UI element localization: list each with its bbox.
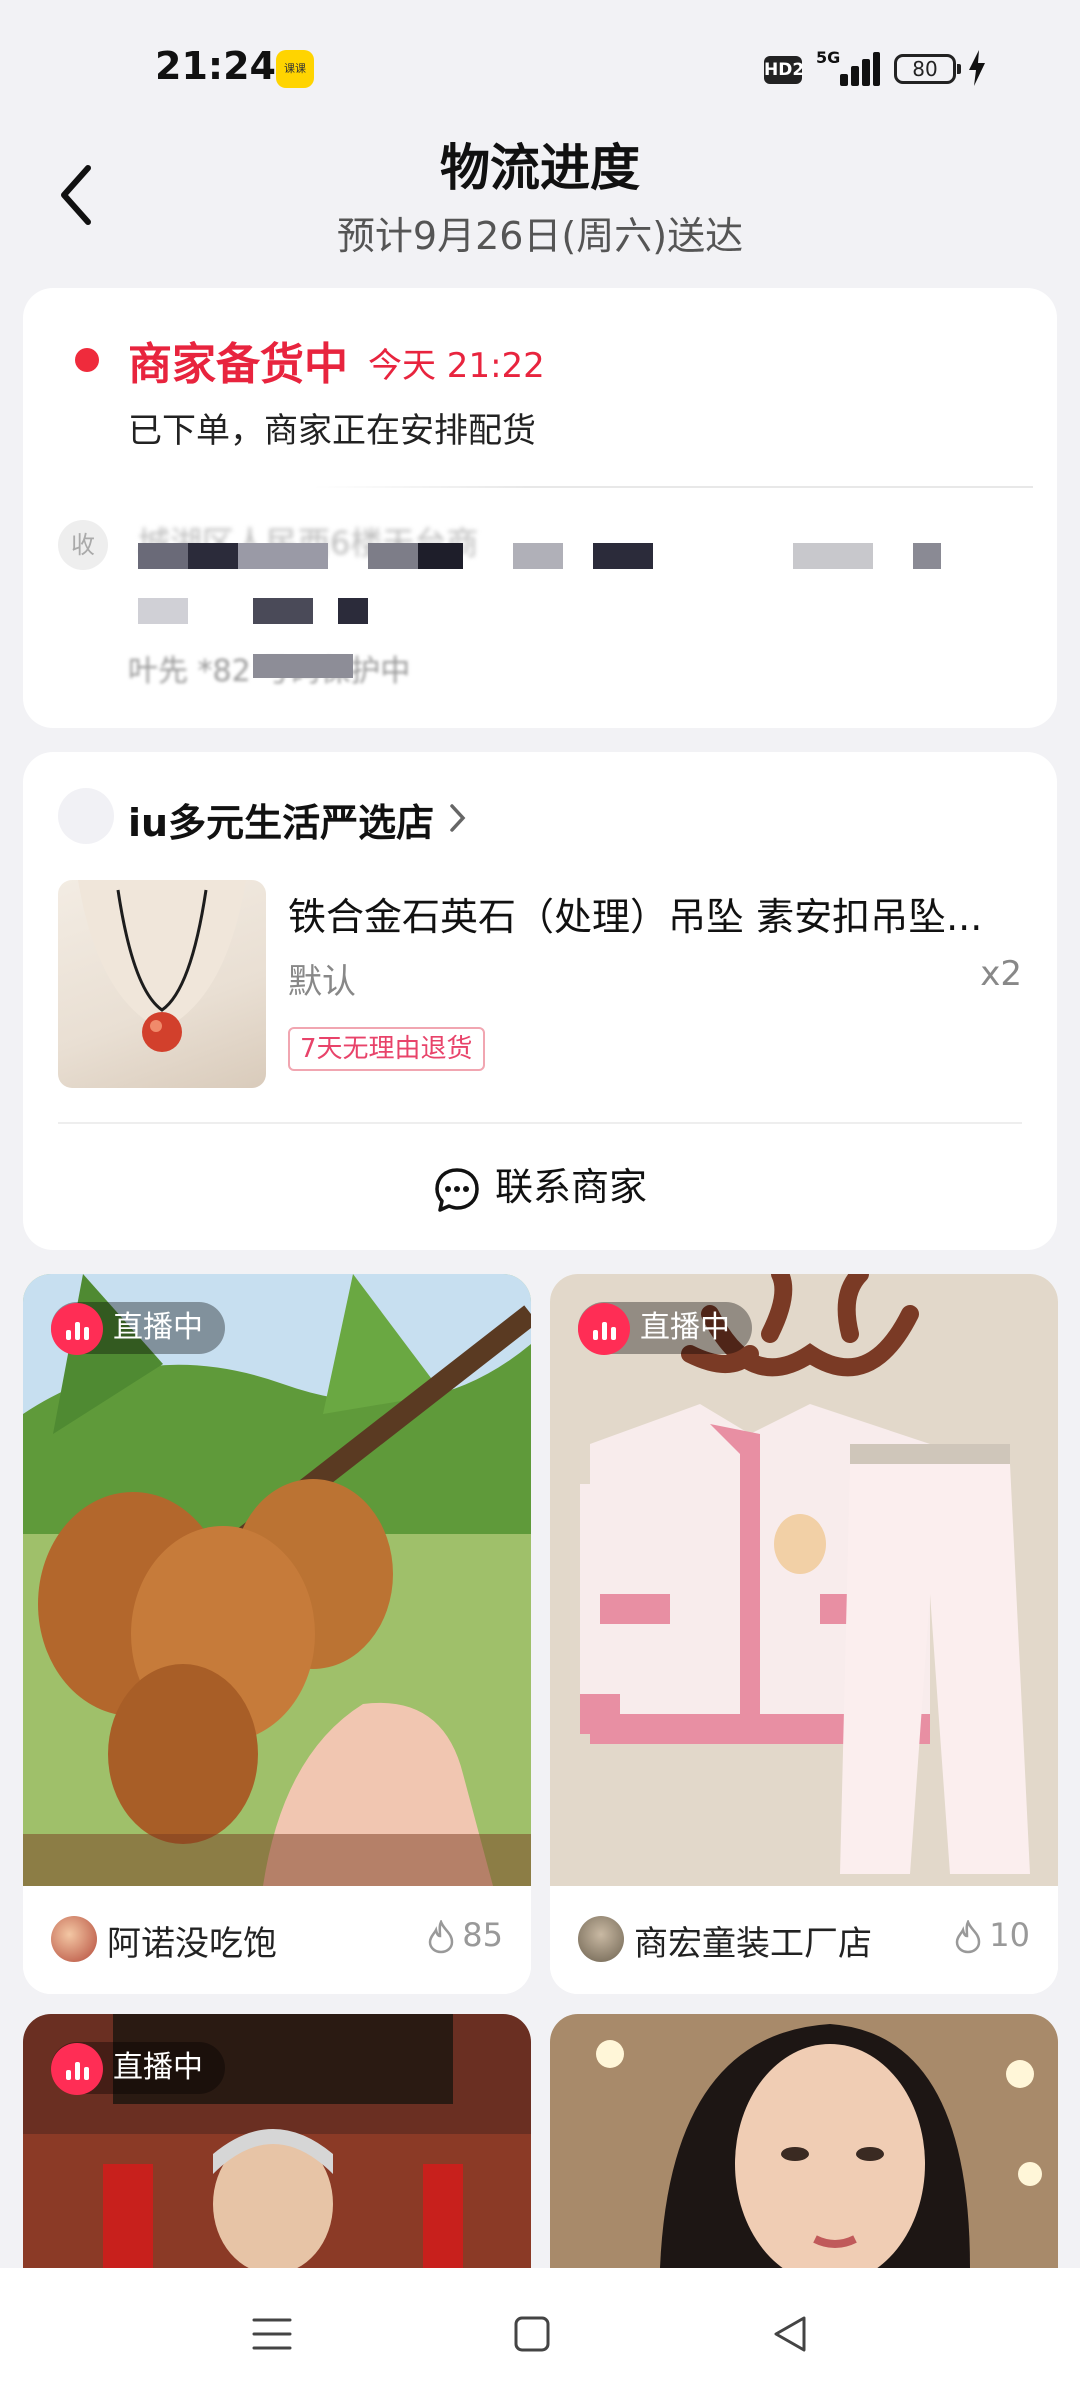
status-dot-icon bbox=[75, 348, 99, 372]
menu-icon[interactable] bbox=[252, 2314, 292, 2354]
page-title: 物流进度 bbox=[440, 139, 640, 197]
kids-pajamas-image bbox=[550, 1274, 1058, 1886]
divider bbox=[313, 486, 1033, 488]
redaction-block bbox=[513, 543, 563, 569]
receiver-icon: 收 bbox=[58, 520, 108, 570]
heat-value: 10 bbox=[989, 1916, 1030, 1954]
redaction-block bbox=[238, 543, 328, 569]
feed-card-footer: 阿诺没吃饱 85 bbox=[23, 1886, 531, 1994]
app-notification-icon: 课课 bbox=[276, 50, 314, 88]
product-image[interactable] bbox=[58, 880, 266, 1088]
divider bbox=[58, 1122, 1022, 1124]
redaction-block bbox=[253, 598, 313, 624]
charging-icon bbox=[969, 50, 985, 86]
back-triangle-icon[interactable] bbox=[770, 2314, 810, 2354]
shop-name[interactable]: iu多元生活严选店 bbox=[128, 792, 434, 847]
status-time: 21:24 bbox=[155, 44, 276, 88]
redaction-block bbox=[368, 543, 418, 569]
redaction-block bbox=[138, 543, 188, 569]
feed-card[interactable] bbox=[550, 2014, 1058, 2268]
logistics-status-time: 今天 21:22 bbox=[368, 346, 545, 386]
signal-icon bbox=[840, 52, 880, 86]
product-title[interactable]: 铁合金石英石（处理）吊坠 素安扣吊坠... bbox=[288, 886, 1028, 941]
live-badge: 直播中 bbox=[51, 2042, 225, 2095]
redaction-block bbox=[913, 543, 941, 569]
redaction-block bbox=[418, 543, 463, 569]
network-type: 5G bbox=[816, 48, 841, 67]
contact-merchant-button[interactable]: 联系商家 bbox=[23, 1152, 1057, 1222]
logistics-card[interactable]: 商家备货中 今天 21:22 已下单，商家正在安排配货 收 城湖区人民西6楼天台… bbox=[23, 288, 1057, 728]
live-label: 直播中 bbox=[113, 2050, 203, 2085]
shop-avatar[interactable] bbox=[58, 788, 114, 844]
status-bar: 21:24 课课 HD2 5G 80 bbox=[0, 0, 1080, 120]
live-badge: 直播中 bbox=[51, 1302, 225, 1355]
delivery-estimate: 预计9月26日(周六)送达 bbox=[336, 214, 744, 258]
live-feed-card[interactable]: 直播中 bbox=[23, 2014, 531, 2268]
author-name: 阿诺没吃饱 bbox=[107, 1924, 277, 1964]
author-avatar bbox=[578, 1916, 624, 1962]
contact-merchant-label: 联系商家 bbox=[494, 1165, 647, 1209]
heat-count: 85 bbox=[426, 1916, 503, 1954]
live-bars-icon bbox=[51, 2042, 103, 2095]
live-bars-icon bbox=[51, 1302, 103, 1355]
kiwi-fruit-image bbox=[23, 1274, 531, 1886]
live-badge: 直播中 bbox=[578, 1302, 752, 1355]
author-avatar bbox=[51, 1916, 97, 1962]
live-bars-icon bbox=[578, 1302, 630, 1355]
redaction-block bbox=[188, 543, 238, 569]
chevron-right-icon[interactable] bbox=[447, 798, 469, 838]
order-shop-card: iu多元生活严选店 铁合金石英石（处理）吊坠 素安扣吊坠... 默认 x2 7天… bbox=[23, 752, 1057, 1250]
redaction-block bbox=[338, 598, 368, 624]
author-name: 商宏童装工厂店 bbox=[634, 1924, 872, 1964]
heat-value: 85 bbox=[462, 1916, 503, 1954]
system-navigation-bar bbox=[0, 2268, 1080, 2400]
live-label: 直播中 bbox=[640, 1310, 730, 1345]
product-spec: 默认 bbox=[288, 962, 356, 1002]
flame-icon bbox=[956, 1918, 981, 1954]
logistics-status: 商家备货中 bbox=[128, 339, 348, 390]
portrait-thumbnail bbox=[550, 2014, 1058, 2268]
redaction-block bbox=[793, 543, 873, 569]
redaction-block bbox=[253, 654, 353, 678]
live-feed-card[interactable]: 直播中 阿诺没吃饱 85 bbox=[23, 1274, 531, 1994]
redaction-block bbox=[138, 598, 188, 624]
flame-icon bbox=[429, 1918, 454, 1954]
feed-card-footer: 商宏童装工厂店 10 bbox=[550, 1886, 1058, 1994]
home-square-icon[interactable] bbox=[512, 2314, 552, 2354]
redaction-block bbox=[593, 543, 653, 569]
heat-count: 10 bbox=[953, 1916, 1030, 1954]
hd-voice-icon: HD2 bbox=[764, 56, 804, 84]
necklace-image bbox=[78, 880, 246, 1052]
logistics-description: 已下单，商家正在安排配货 bbox=[128, 411, 536, 451]
live-feed-card[interactable]: 直播中 商宏童装工厂店 10 bbox=[550, 1274, 1058, 1994]
live-label: 直播中 bbox=[113, 1310, 203, 1345]
chat-bubble-icon bbox=[435, 1167, 479, 1212]
return-policy-tag: 7天无理由退货 bbox=[288, 1027, 485, 1071]
battery-icon: 80 bbox=[894, 54, 961, 84]
product-quantity: x2 bbox=[980, 954, 1022, 994]
